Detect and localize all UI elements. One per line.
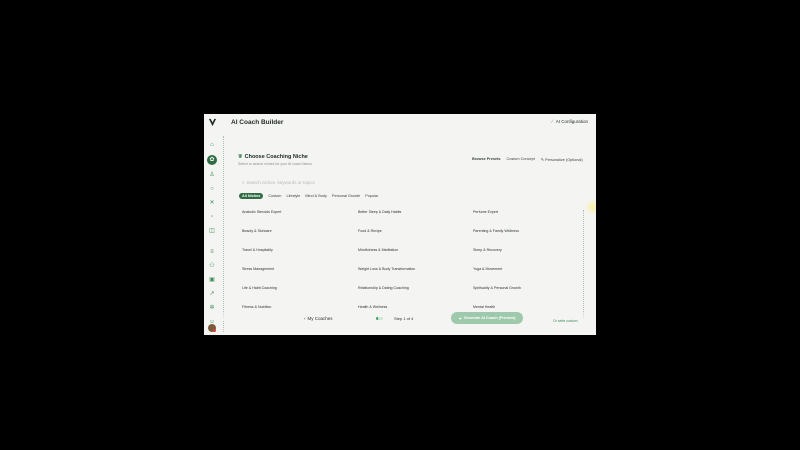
- niche-tabs: All Niches Custom Lifestyle Mind & Body …: [239, 193, 378, 199]
- chat-icon[interactable]: ○: [208, 185, 216, 193]
- tab-personal-growth[interactable]: Personal Growth: [332, 194, 360, 198]
- settings-icon[interactable]: ✲: [208, 304, 216, 312]
- progress-fill: [376, 317, 378, 320]
- sparkle-icon: ✦: [458, 316, 462, 321]
- home-icon[interactable]: ⌂: [208, 141, 216, 149]
- niche-item[interactable]: Fitness & Nutrition: [242, 305, 271, 309]
- progress-bar: [376, 317, 383, 320]
- step-indicator: Step 1 of 4: [394, 316, 414, 321]
- niche-item[interactable]: Stress Management: [242, 267, 274, 271]
- footer-bar: ‹ My Coaches Step 1 of 4 ✦ Generate AI C…: [204, 312, 596, 335]
- trend-icon[interactable]: ↗: [208, 290, 216, 298]
- niche-item[interactable]: Sleep & Recovery: [473, 248, 502, 252]
- niche-item[interactable]: Perfume Expert: [473, 210, 498, 214]
- tab-popular[interactable]: Popular: [365, 194, 378, 198]
- coach-icon[interactable]: ✿: [207, 155, 217, 165]
- notification-dot: [213, 329, 216, 332]
- ai-config-label: AI Configuration: [555, 119, 588, 124]
- niche-item[interactable]: Yoga & Movement: [473, 267, 502, 271]
- personalize-link[interactable]: ✎ Personalize (Optional): [541, 157, 583, 162]
- tab-custom[interactable]: Custom: [268, 194, 281, 198]
- ai-config-button[interactable]: ⟋ AI Configuration: [551, 119, 588, 124]
- niche-item[interactable]: Parenting & Family Wellness: [473, 229, 519, 233]
- generate-coach-button[interactable]: ✦ Generate AI Coach (Preview): [451, 312, 523, 324]
- edit-icon: ✎: [540, 158, 544, 162]
- sidebar: ⌂ ✿ ♙ ○ ✕ ▫ ◫ ≡ ⚇ ▣ ↗ ✲ ☺: [204, 136, 220, 335]
- leaf-icon: ❦: [238, 154, 243, 160]
- page-subtitle: Select or search niches for your AI coac…: [238, 162, 312, 166]
- niche-item[interactable]: Mindfulness & Meditation: [358, 248, 398, 252]
- header-links: Browse Presets Custom Concept ✎ Personal…: [472, 157, 583, 162]
- right-divider: [583, 210, 584, 320]
- search-placeholder: Search niches, keywords or topics: [246, 180, 315, 185]
- group-icon[interactable]: ⚇: [208, 262, 216, 270]
- niche-item[interactable]: Food & Recipe: [358, 229, 382, 233]
- write-custom-link[interactable]: Or write custom: [553, 319, 578, 323]
- app-window: AI Coach Builder ⟋ AI Configuration ⌂ ✿ …: [204, 114, 596, 335]
- user-icon[interactable]: ♙: [208, 171, 216, 179]
- niche-item[interactable]: Mental Health: [473, 305, 495, 309]
- puzzle-icon[interactable]: ✕: [208, 199, 216, 207]
- niche-item[interactable]: Spirituality & Personal Growth: [473, 286, 521, 290]
- calendar2-icon[interactable]: ▣: [208, 276, 216, 284]
- page-title-text: Choose Coaching Niche: [244, 154, 308, 160]
- page-title: ❦ Choose Coaching Niche: [238, 154, 308, 160]
- niche-item[interactable]: Life & Habit Coaching: [242, 286, 277, 290]
- top-bar: AI Coach Builder ⟋ AI Configuration: [204, 114, 596, 132]
- niche-item[interactable]: Relationship & Dating Coaching: [358, 286, 409, 290]
- niche-item[interactable]: Better Sleep & Daily Habits: [358, 210, 401, 214]
- custom-concept-link[interactable]: Custom Concept: [507, 157, 535, 162]
- calendar-icon[interactable]: ◫: [208, 227, 216, 235]
- cursor-highlight: [586, 200, 596, 214]
- chevron-left-icon: ‹: [304, 316, 306, 321]
- my-coaches-label: My Coaches: [307, 316, 333, 321]
- niche-item[interactable]: Health & Wellness: [358, 305, 387, 309]
- niche-item[interactable]: Anabolic Steroids Expert: [242, 210, 281, 214]
- tab-mind-body[interactable]: Mind & Body: [305, 194, 327, 198]
- list-icon[interactable]: ≡: [208, 248, 216, 256]
- personalize-label: Personalize (Optional): [545, 158, 583, 162]
- search-input[interactable]: ⌕ Search niches, keywords or topics: [242, 180, 315, 185]
- niche-item[interactable]: Weight Loss & Body Transformation: [358, 267, 415, 271]
- search-icon: ⌕: [242, 180, 245, 185]
- browse-presets-link[interactable]: Browse Presets: [472, 157, 501, 162]
- app-title: AI Coach Builder: [231, 119, 284, 126]
- wand-icon: ⟋: [550, 119, 554, 124]
- logo-icon: [208, 118, 217, 127]
- divider: [223, 136, 224, 332]
- generate-label: Generate AI Coach (Preview): [463, 316, 516, 320]
- my-coaches-button[interactable]: ‹ My Coaches: [304, 316, 333, 321]
- tab-lifestyle[interactable]: Lifestyle: [286, 194, 300, 198]
- chart-icon[interactable]: ▫: [208, 213, 216, 221]
- niche-item[interactable]: Beauty & Skincare: [242, 229, 272, 233]
- tab-all-niches[interactable]: All Niches: [239, 193, 264, 199]
- niche-item[interactable]: Travel & Hospitality: [242, 248, 273, 252]
